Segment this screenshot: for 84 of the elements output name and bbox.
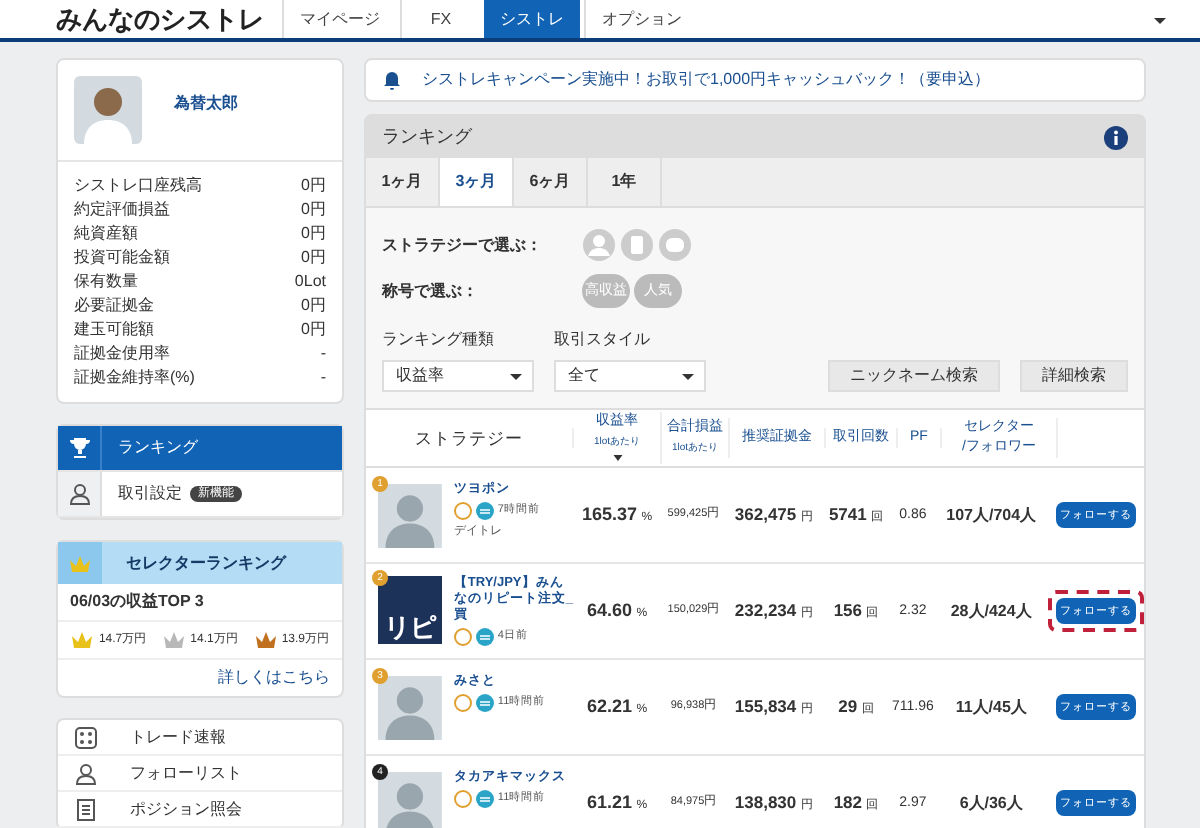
user-icon [67, 482, 91, 506]
account-label: 約定評価損益 [74, 198, 170, 222]
title-badge-icon [475, 693, 494, 711]
trade-count: 182 [833, 792, 862, 812]
nav-tab[interactable]: シストレ [484, 0, 580, 38]
selector-follower-count: 28人/424人 [950, 601, 1032, 619]
strategy-filter-icon[interactable] [658, 228, 692, 262]
menu-item[interactable]: トレード速報 [58, 720, 342, 756]
trade-count: 29 [838, 696, 858, 716]
card-subtitle: 06/03の収益TOP 3 [58, 584, 342, 622]
strategy-type-icon [453, 693, 472, 711]
selector-follower-count: 6人/36人 [959, 793, 1023, 811]
avatar-silhouette [74, 76, 142, 144]
sort-caret-icon [611, 452, 623, 464]
column-header[interactable]: ストラテジー [366, 428, 574, 448]
search-button[interactable]: ニックネーム検索 [828, 360, 1000, 392]
strategy-filter-icon[interactable] [582, 228, 616, 262]
title-badge-icon [475, 628, 494, 646]
card-title: セレクターランキング [124, 551, 286, 575]
account-value: 0円 [301, 198, 326, 222]
avatar-silhouette [378, 769, 442, 828]
notice-text: シストレキャンペーン実施中！お取引で1,000円キャッシュバック！（要申込） [422, 68, 991, 92]
bell-icon [382, 70, 402, 90]
logo-text: リピ [383, 614, 436, 640]
strategy-type-icon [453, 501, 472, 519]
search-button[interactable]: 詳細検索 [1020, 360, 1128, 392]
avatar-silhouette [378, 673, 442, 741]
info-icon[interactable] [1104, 125, 1128, 149]
menu-item[interactable]: ポジション照会 [58, 792, 342, 828]
menu-item[interactable]: ランキング [58, 426, 342, 472]
caret-icon [508, 368, 524, 384]
period-tab[interactable]: 3ヶ月 [440, 158, 514, 206]
user-name[interactable]: 為替太郎 [174, 92, 238, 144]
dice-icon [74, 725, 98, 749]
recommended-margin: 138,830 [734, 792, 797, 812]
account-value: 0円 [301, 294, 326, 318]
account-value: 0円 [301, 318, 326, 342]
panel-title: ランキング [382, 123, 472, 150]
return-rate: 62.21 [586, 695, 633, 716]
return-rate: 64.60 [586, 599, 633, 620]
recommended-margin: 362,475 [734, 504, 797, 524]
notice-banner[interactable]: シストレキャンペーン実施中！お取引で1,000円キャッシュバック！（要申込） [364, 58, 1146, 102]
account-value: - [320, 342, 326, 366]
account-label: 証拠金使用率 [74, 342, 170, 366]
account-label: 純資産額 [74, 222, 138, 246]
selector-follower-count: 107人/704人 [946, 505, 1037, 523]
field-label: 取引スタイル [554, 328, 652, 352]
account-label: 保有数量 [74, 270, 138, 294]
crown-icon [68, 553, 92, 573]
recommended-margin: 232,234 [734, 600, 797, 620]
selector-follower-count: 11人/45人 [955, 697, 1027, 715]
filter-label: 称号で選ぶ： [382, 279, 480, 303]
return-rate: 61.21 [586, 791, 633, 812]
strategy-type-icon [453, 628, 472, 646]
account-value: - [320, 366, 326, 390]
trade-count: 5741 [828, 504, 867, 524]
details-link[interactable]: 詳しくはこちら [218, 668, 330, 686]
document-icon [74, 797, 98, 821]
title-badge-icon [475, 789, 494, 807]
field-label: ランキング種類 [382, 328, 496, 352]
logo: みんなのシストレ [56, 6, 264, 32]
trade-style-select[interactable]: 全て [554, 360, 706, 392]
account-label: 投資可能金額 [74, 246, 170, 270]
account-label: シストレ口座残高 [74, 174, 202, 198]
title-badge-icon [475, 501, 494, 519]
account-value: 0円 [301, 246, 326, 270]
menu-item[interactable]: フォローリスト [58, 756, 342, 792]
trade-count: 156 [833, 600, 862, 620]
account-label: 建玉可能額 [74, 318, 154, 342]
user-icon [74, 761, 98, 785]
account-value: 0Lot [294, 270, 326, 294]
strategy-type-icon [453, 789, 472, 807]
strategy-filter-icon[interactable] [620, 228, 654, 262]
avatar-silhouette [378, 481, 442, 549]
account-label: 証拠金維持率(%) [74, 366, 195, 390]
trophy-icon [67, 436, 91, 460]
account-label: 必要証拠金 [74, 294, 154, 318]
account-value: 0円 [301, 222, 326, 246]
account-value: 0円 [301, 174, 326, 198]
recommended-margin: 155,834 [734, 696, 797, 716]
return-rate: 165.37 [581, 503, 638, 524]
caret-icon [680, 368, 696, 384]
filter-label: ストラテジーで選ぶ： [382, 233, 544, 257]
ranking-type-select[interactable]: 収益率 [382, 360, 534, 392]
